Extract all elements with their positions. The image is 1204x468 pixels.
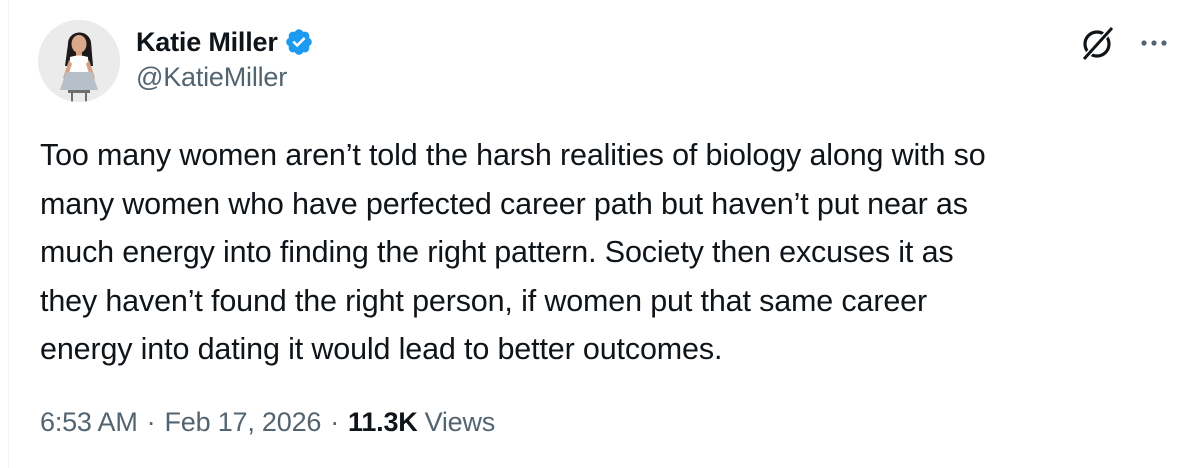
- views-count: 11.3K: [348, 406, 418, 437]
- separator: ·: [330, 406, 339, 437]
- separator: ·: [146, 406, 156, 437]
- views-label: Views: [424, 406, 496, 437]
- profile-photo: [38, 20, 120, 102]
- tweet-date: Feb 17, 2026: [164, 406, 322, 437]
- more-options-icon[interactable]: [1136, 28, 1172, 58]
- author-name-row: Katie Miller: [136, 22, 314, 62]
- avatar[interactable]: [38, 20, 120, 102]
- tweet-left-border: [8, 0, 9, 468]
- author-display-name[interactable]: Katie Miller: [136, 27, 278, 58]
- tweet-time: 6:53 AM: [40, 406, 138, 437]
- author-handle[interactable]: @KatieMiller: [136, 62, 287, 93]
- tweet-text: Too many women aren’t told the harsh rea…: [40, 138, 986, 366]
- verified-badge-icon[interactable]: [284, 27, 314, 57]
- tweet-metadata: 6:53 AM · Feb 17, 2026 · 11.3K Views: [40, 402, 495, 442]
- tweet-timestamp[interactable]: 6:53 AM · Feb 17, 2026: [40, 407, 321, 438]
- grok-icon[interactable]: [1075, 22, 1119, 66]
